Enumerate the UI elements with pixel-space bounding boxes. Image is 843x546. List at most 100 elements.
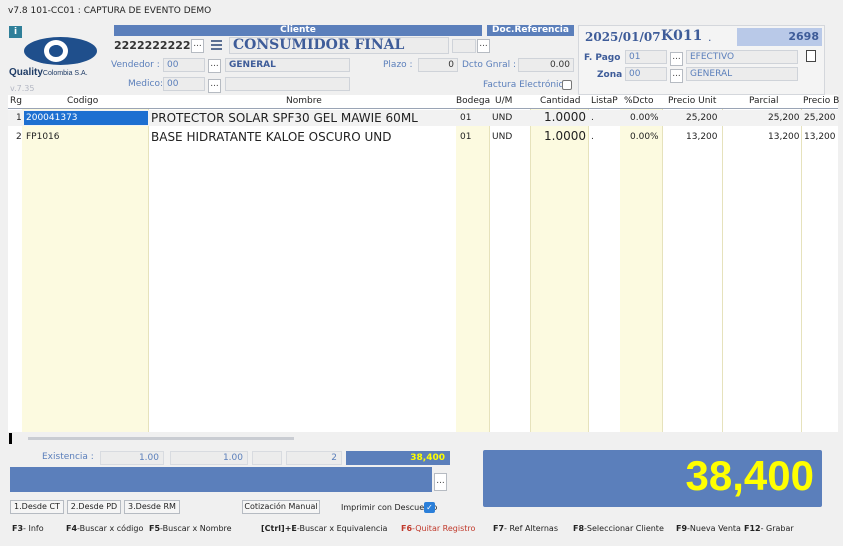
col-divider xyxy=(662,108,663,432)
header-divider xyxy=(8,108,838,109)
dcto-column-fill xyxy=(620,108,662,432)
row-parcial: 25,200 xyxy=(768,113,800,123)
fkey-f5[interactable]: F5-Buscar x Nombre xyxy=(149,517,261,540)
row-precio-unit: 13,200 xyxy=(686,132,718,142)
fkey-f3[interactable]: F3- Info xyxy=(8,517,66,540)
desde-ct-button[interactable]: 1.Desde CT xyxy=(10,500,64,514)
existencia-box-2: 1.00 xyxy=(170,451,248,465)
imprimir-descuento-label: Imprimir con Descuento xyxy=(341,503,438,512)
zona-name-field[interactable]: GENERAL xyxy=(686,67,798,81)
vendedor-label: Vendedor : xyxy=(111,60,160,70)
cotizacion-manual-button[interactable]: Cotización Manual xyxy=(242,500,320,514)
vendedor-name-field[interactable]: GENERAL xyxy=(225,58,350,72)
text-cursor xyxy=(9,433,12,444)
zona-label: Zona xyxy=(597,70,623,80)
col-header-dcto: %Dcto xyxy=(624,96,654,106)
row-listap: . xyxy=(591,113,594,123)
col-divider xyxy=(489,108,490,432)
document-code: K011 xyxy=(661,28,703,44)
medico-code-field[interactable]: 00 xyxy=(163,77,205,91)
plazo-label: Plazo : xyxy=(383,60,413,70)
fpago-name-field[interactable]: EFECTIVO xyxy=(686,50,798,64)
client-name-field[interactable]: CONSUMIDOR FINAL xyxy=(229,37,449,54)
fkey-f4[interactable]: F4-Buscar x código xyxy=(66,517,149,540)
existencia-box-3: 2 xyxy=(286,451,342,465)
doc-referencia-header: Doc.Referencia xyxy=(487,25,574,36)
medico-lookup-button[interactable]: ... xyxy=(208,79,221,93)
col-header-bodega: Bodega xyxy=(456,96,491,106)
doc-ref-lookup-button[interactable]: ... xyxy=(477,39,490,53)
bodega-column-fill xyxy=(456,108,489,432)
row-listap: . xyxy=(591,132,594,142)
fkey-f6[interactable]: F6-Quitar Registro xyxy=(401,517,493,540)
col-divider xyxy=(530,108,531,432)
imprimir-descuento-checkbox[interactable]: ✓ xyxy=(424,502,435,513)
medico-label: Medico: xyxy=(128,79,164,89)
col-divider xyxy=(148,108,149,432)
row-codigo[interactable]: FP1016 xyxy=(26,130,60,144)
dcto-gnral-field[interactable]: 0.00 xyxy=(518,58,574,72)
existencia-box-1: 1.00 xyxy=(100,451,164,465)
app-window: v7.8 101-CC01 : CAPTURA DE EVENTO DEMO i… xyxy=(0,0,843,546)
fkey-f7[interactable]: F7- Ref Alternas xyxy=(493,517,573,540)
fpago-code-field[interactable]: 01 xyxy=(625,50,667,64)
zona-code-field[interactable]: 00 xyxy=(625,67,667,81)
row-parcial: 13,200 xyxy=(768,132,800,142)
fpago-label: F. Pago xyxy=(584,53,621,63)
col-header-precio-b: Precio B xyxy=(803,96,840,106)
col-divider xyxy=(588,108,589,432)
row-codigo-selected[interactable]: 200041373 xyxy=(24,111,148,125)
desde-rm-button[interactable]: 3.Desde RM xyxy=(124,500,180,514)
cantidad-column-fill xyxy=(530,108,588,432)
factura-electronica-checkbox[interactable] xyxy=(562,80,572,90)
row-cantidad: 1.0000 xyxy=(544,129,586,143)
doc-ref-field[interactable] xyxy=(452,39,476,53)
logo-core-icon xyxy=(51,45,62,56)
client-id-field[interactable]: 22222222222 xyxy=(114,39,198,52)
col-header-listap: ListaP xyxy=(591,96,618,106)
row-dcto: 0.00% xyxy=(630,132,659,142)
info-lookup-button[interactable]: ... xyxy=(434,473,447,491)
document-code-suffix: . xyxy=(708,31,712,44)
col-header-um: U/M xyxy=(495,96,513,106)
row-precio-unit: 25,200 xyxy=(686,113,718,123)
info-icon[interactable]: i xyxy=(9,26,22,38)
info-bar xyxy=(10,467,432,492)
existencia-label: Existencia : xyxy=(42,452,94,462)
version-label: v.7.35 xyxy=(10,84,35,93)
col-header-parcial: Parcial xyxy=(749,96,779,106)
dcto-gnral-label: Dcto Gnral : xyxy=(462,60,517,70)
window-title: v7.8 101-CC01 : CAPTURA DE EVENTO DEMO xyxy=(8,6,212,16)
company-logo-text: QualityColombia S.A. xyxy=(9,67,88,78)
col-header-codigo: Codigo xyxy=(67,96,99,106)
row-rg: 1 xyxy=(16,113,22,123)
fkey-f9[interactable]: F9-Nueva Venta xyxy=(676,517,744,540)
document-date[interactable]: 2025/01/07 xyxy=(585,30,661,44)
client-lookup-button[interactable]: ... xyxy=(191,39,204,53)
function-keys-bar: F3- Info F4-Buscar x código F5-Buscar x … xyxy=(8,517,838,540)
horizontal-scrollbar[interactable] xyxy=(28,437,294,440)
document-number: 2698 xyxy=(737,28,822,46)
fkey-ctrl-e[interactable]: [Ctrl]+E-Buscar x Equivalencia xyxy=(261,517,401,540)
row-um: UND xyxy=(492,132,513,142)
zona-lookup-button[interactable]: ... xyxy=(670,69,683,83)
existencia-total: 38,400 xyxy=(346,451,450,465)
desde-pd-button[interactable]: 2.Desde PD xyxy=(67,500,121,514)
fkey-f12[interactable]: F12- Grabar xyxy=(744,517,804,540)
grand-total: 38,400 xyxy=(685,452,814,499)
menu-icon[interactable] xyxy=(211,40,222,50)
row-cantidad: 1.0000 xyxy=(544,110,586,124)
col-header-rg: Rg xyxy=(10,96,22,106)
row-dcto: 0.00% xyxy=(630,113,659,123)
plazo-field[interactable]: 0 xyxy=(418,58,458,72)
row-precio-b: 25,200 xyxy=(804,113,836,123)
calculator-icon[interactable] xyxy=(806,50,816,62)
row-rg: 2 xyxy=(16,132,22,142)
fkey-f8[interactable]: F8-Seleccionar Cliente xyxy=(573,517,676,540)
existencia-box-blank xyxy=(252,451,282,465)
medico-name-field[interactable] xyxy=(225,77,350,91)
fpago-lookup-button[interactable]: ... xyxy=(670,52,683,66)
vendedor-code-field[interactable]: 00 xyxy=(163,58,205,72)
col-header-cantidad: Cantidad xyxy=(540,96,581,106)
vendedor-lookup-button[interactable]: ... xyxy=(208,59,221,73)
